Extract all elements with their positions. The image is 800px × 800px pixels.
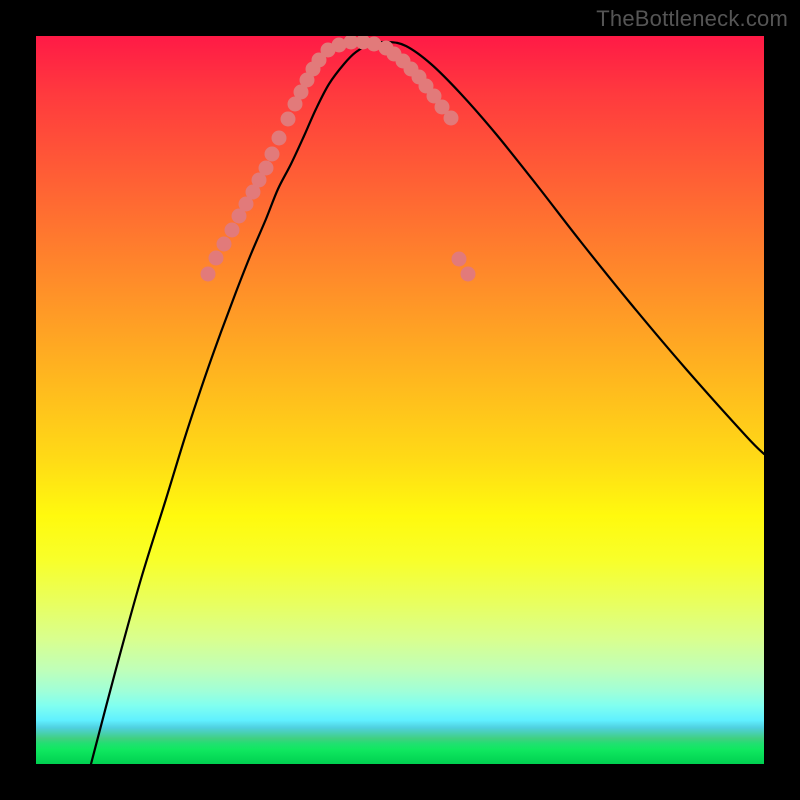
chart-frame: TheBottleneck.com	[0, 0, 800, 800]
marker-dots-left	[201, 53, 327, 282]
marker-dots-right	[379, 41, 476, 282]
marker-dot	[201, 267, 216, 282]
marker-dot	[444, 111, 459, 126]
marker-dot	[272, 131, 287, 146]
watermark-text: TheBottleneck.com	[596, 6, 788, 32]
marker-dot	[217, 237, 232, 252]
marker-dot	[281, 112, 296, 127]
marker-dot	[259, 161, 274, 176]
marker-dots-bottom	[321, 36, 382, 58]
plot-area	[36, 36, 764, 764]
marker-dot	[225, 223, 240, 238]
marker-dot	[461, 267, 476, 282]
marker-dot	[265, 147, 280, 162]
marker-dot	[209, 251, 224, 266]
bottleneck-curve	[91, 42, 764, 764]
curve-svg	[36, 36, 764, 764]
marker-dot	[452, 252, 467, 267]
